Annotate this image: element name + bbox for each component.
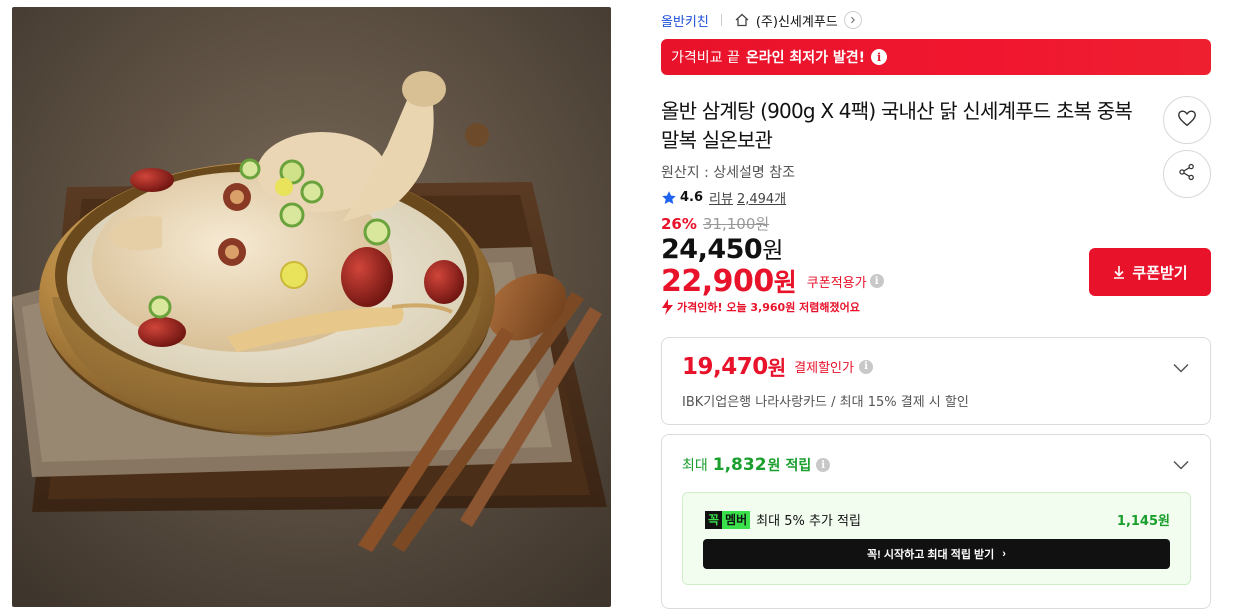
review-link[interactable]: 리뷰	[709, 188, 733, 207]
promo-highlight: 온라인 최저가 발견!	[745, 50, 866, 66]
membership-row: 꼭 멤버 최대 5% 추가 적립 1,145원	[705, 510, 1170, 529]
coupon-price-row: 22,900 원 쿠폰적용가 i	[661, 263, 884, 299]
wishlist-button[interactable]	[1163, 96, 1211, 144]
samgyetang-photo	[12, 7, 611, 607]
membership-amount: 1,145원	[1116, 514, 1170, 529]
price-drop-icon	[661, 299, 674, 315]
promo-prefix: 가격비교 끝	[671, 50, 740, 66]
lowest-price-banner[interactable]: 가격비교 끝 온라인 최저가 발견! i	[661, 39, 1211, 75]
membership-box: 꼭 멤버 최대 5% 추가 적립 1,145원 꼭! 시작하고 최대 적립 받기 …	[682, 492, 1191, 585]
discount-rate: 26%	[661, 214, 697, 233]
breadcrumb-divider	[720, 14, 722, 26]
star-icon	[661, 190, 677, 206]
payment-price-unit: 원	[767, 356, 787, 380]
heart-icon	[1176, 107, 1198, 133]
home-icon[interactable]	[734, 12, 750, 28]
seller-link[interactable]: (주)신세계푸드	[756, 11, 838, 30]
breadcrumb: 올반키친 (주)신세계푸드	[661, 10, 862, 30]
payment-price-label: 결제할인가	[794, 361, 854, 376]
review-count[interactable]: 2,494개	[737, 188, 786, 207]
membership-badge: 꼭 멤버	[705, 510, 751, 529]
coupon-price-amount: 22,900	[661, 263, 774, 299]
product-info-panel: 올반키친 (주)신세계푸드 가격비교 끝 온라인 최저가 발견! i 올반 삼계…	[661, 0, 1212, 611]
sale-price-amount: 24,450	[661, 234, 763, 265]
info-icon[interactable]: i	[869, 274, 884, 288]
rating-score: 4.6	[680, 190, 704, 205]
points-prefix: 최대	[682, 458, 708, 474]
points-amount: 1,832	[712, 455, 767, 475]
coupon-price-label: 쿠폰적용가	[806, 275, 867, 291]
rating-summary: 4.6 리뷰 2,494개	[661, 188, 786, 207]
brand-link[interactable]: 올반키친	[661, 11, 709, 30]
payment-discount-card[interactable]: 19,470 원 결제할인가 i IBK기업은행 나라사랑카드 / 최대 15% …	[661, 337, 1211, 425]
product-image[interactable]	[12, 7, 611, 607]
points-card[interactable]: 최대 1,832 원 적립 i 꼭 멤버 최대 5% 추가 적립 1,145원 꼭!…	[661, 434, 1211, 609]
membership-text: 최대 5% 추가 적립	[756, 514, 861, 529]
price-drop-text: 가격인하! 오늘 3,960원 저렴해졌어요	[677, 301, 860, 314]
membership-start-label: 꼭! 시작하고 최대 적립 받기	[867, 549, 995, 561]
info-icon[interactable]: i	[858, 359, 873, 374]
coupon-price-unit: 원	[773, 268, 797, 297]
get-coupon-button[interactable]: 쿠폰받기	[1089, 248, 1211, 296]
share-button[interactable]	[1163, 150, 1211, 198]
sale-price-unit: 원	[762, 238, 783, 264]
chevron-right-icon[interactable]	[843, 11, 862, 29]
membership-badge-right: 멤버	[722, 510, 751, 529]
price-drop-notice: 가격인하! 오늘 3,960원 저렴해졌어요	[661, 299, 860, 315]
sale-price: 24,450원	[661, 231, 783, 265]
points-unit: 원	[767, 458, 781, 474]
info-icon[interactable]: i	[816, 458, 831, 472]
origin-info: 원산지 : 상세설명 참조	[661, 165, 795, 181]
chevron-down-icon[interactable]	[1172, 362, 1190, 374]
payment-discount-row: 19,470 원 결제할인가 i	[682, 352, 873, 381]
download-icon	[1112, 265, 1126, 279]
chevron-down-icon[interactable]	[1172, 459, 1190, 471]
payment-price-amount: 19,470	[682, 353, 768, 380]
share-icon	[1177, 162, 1197, 186]
product-title: 올반 삼계탕 (900g X 4팩) 국내산 닭 신세계푸드 초복 중복 말복 …	[661, 99, 1133, 152]
info-icon[interactable]: i	[871, 49, 888, 65]
chevron-right-icon: ›	[1002, 548, 1006, 560]
membership-badge-left: 꼭	[705, 510, 723, 529]
points-suffix: 적립	[785, 458, 812, 474]
payment-discount-description: IBK기업은행 나라사랑카드 / 최대 15% 결제 시 할인	[682, 395, 969, 410]
get-coupon-label: 쿠폰받기	[1132, 264, 1188, 282]
points-row: 최대 1,832 원 적립 i	[682, 455, 831, 475]
membership-start-button[interactable]: 꼭! 시작하고 최대 적립 받기 ›	[703, 539, 1170, 569]
